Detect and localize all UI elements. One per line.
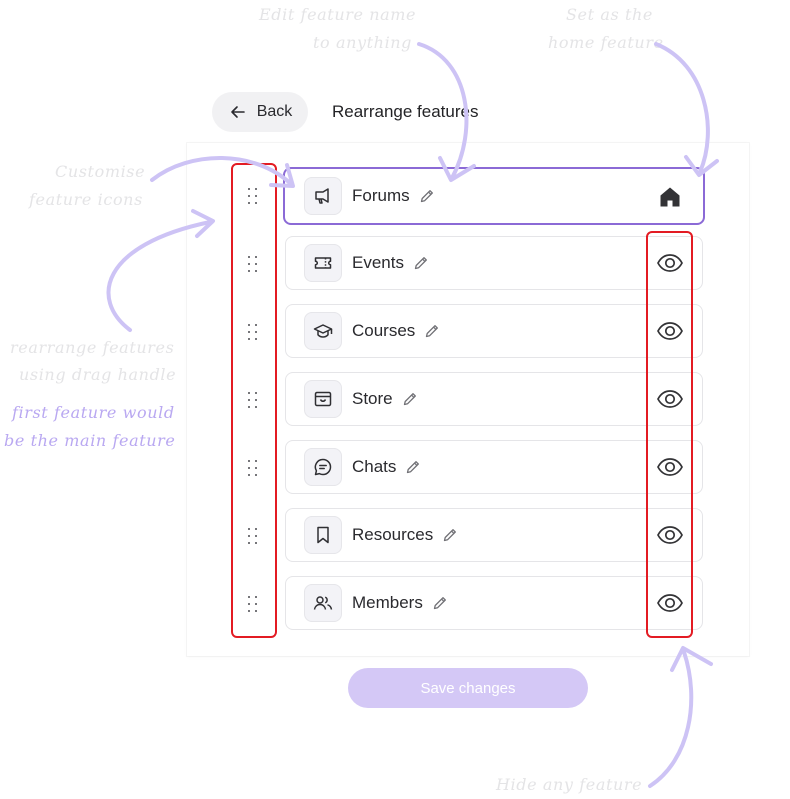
pencil-icon[interactable] <box>402 391 418 407</box>
feature-row-forums[interactable]: Forums <box>283 167 705 225</box>
feature-row-chats[interactable]: Chats <box>285 440 703 494</box>
feature-icon-button[interactable] <box>304 312 342 350</box>
annotation-home-line1: Set as the <box>566 5 653 24</box>
home-icon[interactable] <box>657 184 683 210</box>
feature-icon-button[interactable] <box>304 177 342 215</box>
back-button-label: Back <box>256 103 293 120</box>
annotation-hide: Hide any feature <box>496 775 643 794</box>
feature-name: Forums <box>352 186 410 205</box>
feature-name: Members <box>352 593 423 612</box>
page-title: Rearrange features <box>332 102 479 121</box>
feature-row-members[interactable]: Members <box>285 576 703 630</box>
feature-row-store[interactable]: Store <box>285 372 703 426</box>
annotation-edit-name-line1: Edit feature name <box>259 5 417 24</box>
feature-name: Events <box>352 253 404 272</box>
feature-icon-button[interactable] <box>304 448 342 486</box>
annotation-home-line2: home feature <box>548 33 664 52</box>
arrow-left-icon <box>230 106 245 118</box>
pencil-icon[interactable] <box>405 459 421 475</box>
annotation-edit-name-line2: to anything <box>313 33 413 52</box>
feature-name: Resources <box>352 525 434 544</box>
pencil-icon[interactable] <box>442 527 458 543</box>
feature-name: Store <box>352 389 393 408</box>
feature-row-events[interactable]: Events <box>285 236 703 290</box>
feature-row-resources[interactable]: Resources <box>285 508 703 562</box>
feature-icon-button[interactable] <box>304 380 342 418</box>
annotation-icons-line2: feature icons <box>29 190 143 209</box>
pencil-icon[interactable] <box>432 595 448 611</box>
bookmark-icon <box>317 526 329 544</box>
feature-icon-button[interactable] <box>304 244 342 282</box>
annotation-main-line1: first feature would <box>12 403 175 422</box>
annotation-rearrange-line2: using drag handle <box>19 365 177 384</box>
pencil-icon[interactable] <box>419 188 435 204</box>
annotation-rearrange-line1: rearrange features <box>10 338 175 357</box>
feature-name: Chats <box>352 457 397 476</box>
pencil-icon[interactable] <box>424 323 440 339</box>
store-box-icon <box>314 391 332 407</box>
drag-handles-highlight <box>231 163 277 638</box>
megaphone-icon <box>315 188 329 204</box>
visibility-toggles-highlight <box>646 231 693 638</box>
chat-bubble-icon <box>314 458 332 476</box>
annotation-main-line2: be the main feature <box>4 431 176 450</box>
arrow-to-eye-icons <box>648 646 713 788</box>
annotation-icons-line1: Customise <box>55 162 146 181</box>
graduation-cap-icon <box>313 324 333 338</box>
feature-name: Courses <box>352 321 416 340</box>
users-icon <box>313 596 333 610</box>
feature-row-courses[interactable]: Courses <box>285 304 703 358</box>
feature-icon-button[interactable] <box>304 584 342 622</box>
pencil-icon[interactable] <box>413 255 429 271</box>
back-button[interactable]: Back <box>212 92 308 132</box>
ticket-icon <box>314 257 332 269</box>
save-changes-button[interactable]: Save changes <box>348 668 588 708</box>
feature-icon-button[interactable] <box>304 516 342 554</box>
